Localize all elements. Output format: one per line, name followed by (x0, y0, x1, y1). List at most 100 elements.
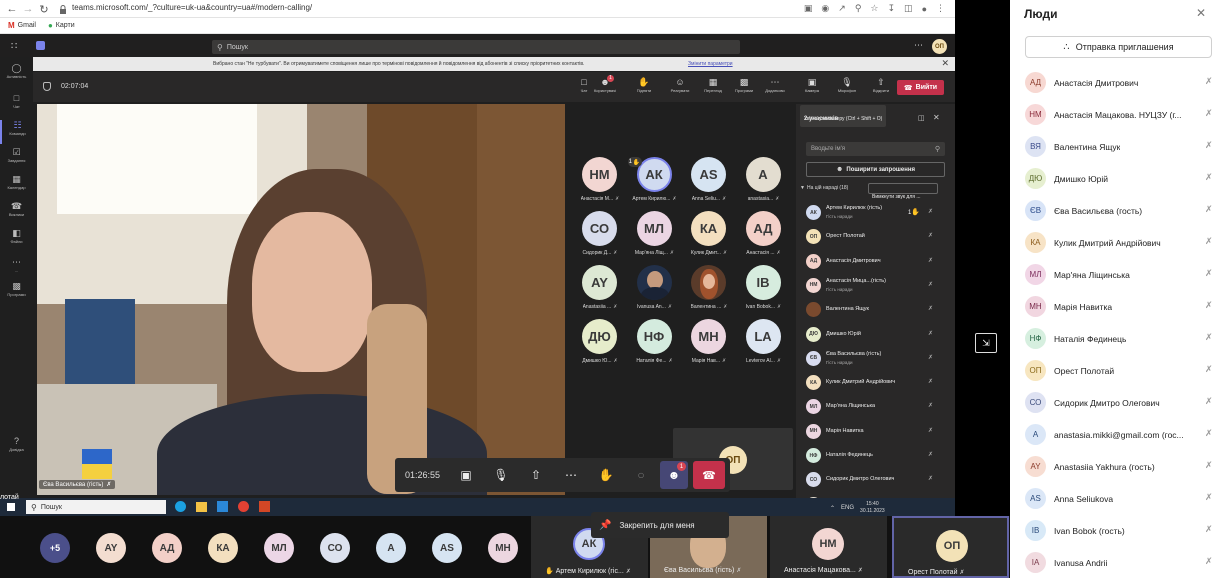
back-icon[interactable]: ← (6, 3, 18, 15)
panel-participant[interactable]: МЛ Мар'яна Ліщинська ✗ (806, 397, 948, 417)
clock[interactable]: 15:40 30.11.2023 (860, 501, 885, 515)
grid-tile[interactable]: AY Anastasiia ... ✗ (573, 265, 627, 317)
store-icon[interactable] (217, 501, 228, 512)
pin-tooltip-text[interactable]: Закрепить для меня (619, 521, 694, 530)
people-list-item[interactable]: НФ Наталія Фединець ✗ (1025, 326, 1217, 354)
chat-bubble-icon[interactable]: ○ (632, 466, 650, 484)
toolbar-raise-hand[interactable]: ✋ Підняти (630, 77, 658, 94)
grid-tile[interactable]: СО Сидорик Д... ✗ (573, 211, 627, 263)
panel-participant[interactable]: КА Кулик Дмитрий Андрійович ✗ (806, 373, 948, 393)
share-screen-icon[interactable]: ⇧ (527, 466, 545, 484)
panel-participant[interactable]: СО Сидорик Дмитро Олегович ✗ (806, 470, 948, 490)
rail-item-calendar[interactable]: ▦ Календар (0, 174, 33, 198)
strip-avatar[interactable]: СО (320, 533, 350, 563)
grid-tile[interactable]: МЛ Мар'яна Ліщ... ✗ (628, 211, 682, 263)
rail-item-tasks[interactable]: ☑ Завдання (0, 147, 33, 171)
strip-avatar[interactable]: AY (96, 533, 126, 563)
panel-participant[interactable]: ОП Орест Полотай ✗ (806, 227, 948, 247)
in-meeting-section[interactable]: ▼ На цій нараді (18) (800, 185, 848, 191)
bookmark-gmail[interactable]: M Gmail (8, 21, 36, 30)
strip-avatar[interactable]: AS (432, 533, 462, 563)
share-invite-button[interactable]: ☻ Поширити запрошення (806, 162, 945, 177)
teams-search[interactable]: ⚲ Пошук (212, 40, 740, 54)
windows-start-icon[interactable] (7, 503, 15, 511)
folder-icon[interactable] (196, 501, 207, 512)
app-grid-icon[interactable]: ∷ (11, 41, 17, 52)
grid-tile[interactable]: LA Levterov Al... ✗ (737, 319, 791, 371)
people-list-item[interactable]: A anastasia.mikki@gmail.com (гос... ✗ (1025, 422, 1217, 450)
profile-icon[interactable]: ● (922, 4, 927, 14)
zoom-icon[interactable]: ⚲ (855, 3, 862, 14)
people-list-item[interactable]: IB Ivan Bobok (гость) ✗ (1025, 518, 1217, 546)
panel-participant[interactable]: Валентина Ящук ✗ (806, 300, 948, 320)
people-list-item[interactable]: НМ Анастасія Мацакова. НУЦЗУ (г... ✗ (1025, 102, 1217, 130)
panel-participant[interactable]: НМ Анастасія Мица...(гість) Гість наради… (806, 276, 948, 296)
strip-tile[interactable]: ОП Орест Полотай ✗ (892, 516, 1009, 578)
toolbar-share[interactable]: ⇧ Відкрити (867, 77, 895, 94)
panel-participant[interactable]: ДЮ Дмишко Юрій ✗ (806, 325, 948, 345)
grid-tile[interactable]: МН Марія Нав... ✗ (682, 319, 736, 371)
close-banner-icon[interactable]: ✕ (941, 58, 949, 69)
rail-item-activity[interactable]: ◯ Активність (0, 63, 33, 87)
lock-icon[interactable] (58, 4, 68, 14)
chrome-icon[interactable] (238, 501, 249, 512)
people-list-item[interactable]: ОП Орест Полотай ✗ (1025, 358, 1217, 386)
taskbar-search[interactable]: ⚲ Пошук (26, 500, 166, 514)
grid-tile[interactable]: A anastasia... ✗ (737, 157, 791, 209)
grid-tile[interactable]: Ivanusa An... ✗ (628, 265, 682, 317)
people-list-item[interactable]: МЛ Мар'яна Ліщинська ✗ (1025, 262, 1217, 290)
mute-all-button[interactable]: Вимкнути звук для ... (868, 183, 938, 200)
rail-item-more[interactable]: ⋯ ... (0, 257, 33, 281)
strip-avatar[interactable]: A (376, 533, 406, 563)
people-list-item[interactable]: IA Ivanusa Andrii ✗ (1025, 550, 1217, 578)
powerpoint-icon[interactable] (259, 501, 270, 512)
strip-avatar[interactable]: АД (152, 533, 182, 563)
grid-tile[interactable]: AS Anna Seliu... ✗ (682, 157, 736, 209)
toolbar-reactions[interactable]: ☺ Реагувати (666, 77, 694, 94)
rail-item-help[interactable]: ? Довідка (0, 436, 33, 460)
toolbar-mic[interactable]: 🎙 Мікрофон (833, 77, 861, 94)
people-list-item[interactable]: МН Марія Навитка ✗ (1025, 294, 1217, 322)
people-list-item[interactable]: ДЮ Дмишко Юрій ✗ (1025, 166, 1217, 194)
people-list-item[interactable]: СО Сидорик Дмитро Олегович ✗ (1025, 390, 1217, 418)
share-page-icon[interactable]: ↗ (838, 3, 846, 14)
more-participants[interactable]: +5 (40, 533, 70, 563)
mic-off-icon[interactable]: 🎙 (492, 466, 510, 484)
people-button[interactable]: ☻ 1 (660, 461, 688, 489)
toolbar-view[interactable]: ▦ Перегляд (699, 77, 727, 94)
panel-participant[interactable]: ЄВ Єва Васильєва (гість) Гість наради ✗ (806, 349, 948, 369)
rail-item-calls[interactable]: ☎ Виклики (0, 201, 33, 225)
url-text[interactable]: teams.microsoft.com/_?culture=uk-ua&coun… (72, 3, 312, 12)
grid-tile[interactable]: IB Ivan Bobok... ✗ (737, 265, 791, 317)
bookmark-maps[interactable]: ● Карти (48, 21, 75, 30)
dnd-banner-link[interactable]: Змінити параметри (688, 61, 733, 67)
strip-avatar[interactable]: МН (488, 533, 518, 563)
panel-participant[interactable]: АК Артем Кирилюк (гість) Гість наради 1✋… (806, 203, 948, 223)
pip-icon[interactable]: ⇲ (975, 333, 997, 353)
sidebar-icon[interactable]: ◫ (904, 3, 913, 14)
edge-icon[interactable] (175, 501, 186, 512)
people-list-item[interactable]: АД Анастасія Дмитрович ✗ (1025, 70, 1217, 98)
panel-close-icon[interactable]: ✕ (933, 113, 940, 122)
people-close-icon[interactable]: ✕ (1196, 6, 1206, 20)
panel-participant[interactable]: НФ Наталія Фединець ✗ (806, 446, 948, 466)
people-list-item[interactable]: КА Кулик Дмитрий Андрійович ✗ (1025, 230, 1217, 258)
reload-icon[interactable]: ↻ (38, 3, 50, 16)
tray-chevron-icon[interactable]: ⌃ (830, 505, 835, 512)
grid-tile[interactable]: Валентина ... ✗ (682, 265, 736, 317)
people-list-item[interactable]: AY Anastasiia Yakhura (гость) ✗ (1025, 454, 1217, 482)
invite-button[interactable]: ∴ Отправка приглашения (1025, 36, 1212, 58)
panel-participant[interactable]: АД Анастасія Дмитрович ✗ (806, 252, 948, 272)
grid-tile[interactable]: НМ Анастасія М... ✗ (573, 157, 627, 209)
raise-hand-icon[interactable]: ✋ (597, 466, 615, 484)
grid-tile[interactable]: ДЮ Дмишко Ю... ✗ (573, 319, 627, 371)
more-options-icon[interactable]: ⋯ (562, 466, 580, 484)
download-icon[interactable]: ↧ (888, 3, 896, 14)
user-avatar[interactable]: ОП (932, 39, 947, 54)
browser-menu-icon[interactable]: ⋮ (936, 3, 945, 14)
rail-item-teams[interactable]: ☷ Команди (0, 120, 33, 144)
strip-tile[interactable]: НМ Анастасія Мацакова... ✗ (770, 516, 887, 578)
panel-participant[interactable]: МН Марія Навитка ✗ (806, 422, 948, 442)
camera-off-icon[interactable]: ▣ (457, 466, 475, 484)
teams-more-icon[interactable]: ⋯ (914, 40, 923, 51)
